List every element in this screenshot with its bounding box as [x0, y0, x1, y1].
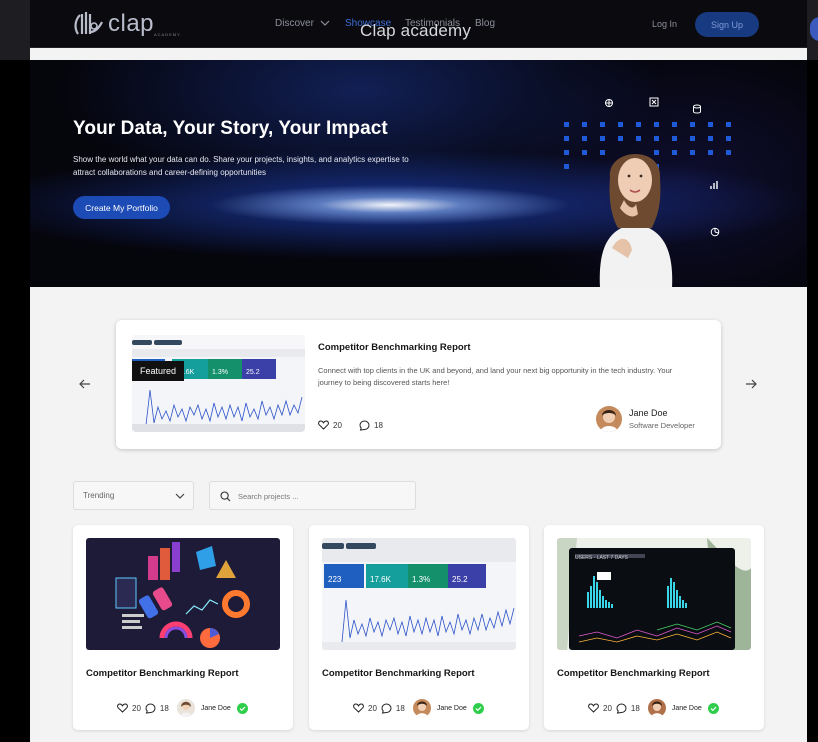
sort-select[interactable]: Trending — [73, 481, 194, 510]
comments-count: 18 — [395, 703, 405, 713]
project-thumbnail — [86, 538, 280, 650]
hero-title: Your Data, Your Story, Your Impact — [73, 118, 388, 139]
arrow-right-icon[interactable] — [744, 377, 758, 391]
thumb-tile-1: 223 — [328, 575, 342, 584]
project-card-title[interactable]: Competitor Benchmarking Report — [86, 668, 239, 679]
verified-icon — [236, 702, 248, 714]
thumb-tile-4: 25.2 — [246, 369, 260, 376]
project-card-title[interactable]: Competitor Benchmarking Report — [557, 668, 710, 679]
verified-icon — [707, 702, 719, 714]
signup-button[interactable]: Sign Up — [695, 12, 759, 37]
dashboard-thumbnail: 223 17.6K 1.3% 25.2 — [132, 335, 305, 432]
project-card-title[interactable]: Competitor Benchmarking Report — [322, 668, 475, 679]
chevron-down-icon — [175, 493, 185, 499]
search-input[interactable] — [238, 488, 408, 504]
logo-subtext: ACADEMY — [154, 32, 181, 37]
pie-chart-icon — [710, 227, 720, 237]
comment-icon[interactable] — [381, 702, 392, 714]
avatar — [596, 406, 622, 432]
project-card[interactable]: USERS · LAST 7 DAYS Competitor Benchmark… — [544, 525, 764, 730]
hero-subtitle: Show the world what your data can do. Sh… — [73, 155, 409, 177]
thumb-tile-3: 1.3% — [212, 369, 228, 376]
login-link[interactable]: Log In — [652, 19, 677, 29]
comments-count: 18 — [630, 703, 640, 713]
comment-icon — [359, 420, 370, 431]
page: clap ACADEMY Discover Showcase Testimoni… — [30, 0, 807, 742]
create-portfolio-button[interactable]: Create My Portfolio — [73, 196, 170, 219]
author-name[interactable]: Jane Doe — [672, 705, 702, 712]
likes-count: 20 — [132, 703, 141, 713]
clap-logo-icon — [74, 12, 103, 35]
project-card[interactable]: Competitor Benchmarking Report 20 18 Jan… — [73, 525, 293, 730]
heart-icon — [318, 420, 329, 430]
comment-icon[interactable] — [145, 702, 156, 714]
bar-chart-icon — [710, 181, 718, 189]
sort-select-value: Trending — [83, 491, 115, 500]
project-card[interactable]: 223 17.6K 1.3% 25.2 Competitor Benchmark… — [309, 525, 529, 730]
svg-text:USERS · LAST 7 DAYS: USERS · LAST 7 DAYS — [575, 555, 629, 561]
database-icon — [693, 104, 701, 114]
thumb-tile-4: 25.2 — [452, 575, 468, 584]
featured-title[interactable]: Competitor Benchmarking Report — [318, 342, 471, 353]
project-thumbnail: 223 17.6K 1.3% 25.2 — [322, 538, 516, 650]
chevron-down-icon[interactable] — [320, 18, 330, 28]
nav-blog[interactable]: Blog — [475, 18, 495, 29]
featured-project-card[interactable]: 223 17.6K 1.3% 25.2 Featured Competitor … — [116, 320, 721, 449]
search-box[interactable] — [209, 481, 416, 510]
featured-comments-count: 18 — [374, 421, 383, 430]
heart-icon[interactable] — [588, 703, 599, 713]
author-name[interactable]: Jane Doe — [201, 705, 231, 712]
arrow-left-icon[interactable] — [78, 377, 92, 391]
likes-count: 20 — [368, 703, 377, 713]
logo-text: clap — [108, 10, 155, 37]
avatar[interactable] — [412, 699, 431, 717]
featured-comments[interactable]: 18 — [359, 420, 383, 431]
network-icon — [605, 99, 613, 107]
heart-icon[interactable] — [117, 703, 128, 713]
project-card-meta: 20 18 Jane Doe — [588, 698, 719, 718]
featured-description: Connect with top clients in the UK and b… — [318, 366, 673, 387]
comments-count: 18 — [159, 703, 169, 713]
thumb-tile-2: 17.6K — [370, 575, 392, 584]
featured-project-thumbnail: 223 17.6K 1.3% 25.2 Featured — [132, 335, 305, 432]
featured-author-name: Jane Doe — [629, 408, 668, 418]
logo[interactable]: clap ACADEMY — [72, 8, 180, 40]
project-card-meta: 20 18 Jane Doe — [117, 698, 248, 718]
top-nav: clap ACADEMY Discover Showcase Testimoni… — [30, 0, 807, 48]
avatar[interactable] — [176, 699, 195, 717]
nav-discover[interactable]: Discover — [275, 18, 314, 29]
hero-person-image — [599, 153, 673, 287]
featured-badge: Featured — [132, 361, 184, 381]
comment-icon[interactable] — [616, 702, 627, 714]
search-icon — [220, 491, 231, 502]
featured-author-role: Software Developer — [629, 421, 695, 430]
hero-banner: Your Data, Your Story, Your Impact Show … — [30, 60, 807, 287]
verified-icon — [472, 702, 484, 714]
featured-likes[interactable]: 20 — [318, 420, 342, 430]
heart-icon[interactable] — [353, 703, 364, 713]
project-card-meta: 20 18 Jane Doe — [353, 698, 484, 718]
author-name[interactable]: Jane Doe — [437, 705, 467, 712]
window-title: Clap academy — [360, 21, 472, 40]
avatar[interactable] — [647, 699, 666, 717]
outer-frame-left — [0, 0, 30, 60]
featured-likes-count: 20 — [333, 420, 342, 430]
thumb-tile-3: 1.3% — [412, 575, 430, 584]
project-thumbnail: USERS · LAST 7 DAYS — [557, 538, 751, 650]
excel-icon — [649, 97, 659, 107]
featured-author[interactable]: Jane Doe Software Developer — [596, 406, 695, 432]
likes-count: 20 — [603, 703, 612, 713]
